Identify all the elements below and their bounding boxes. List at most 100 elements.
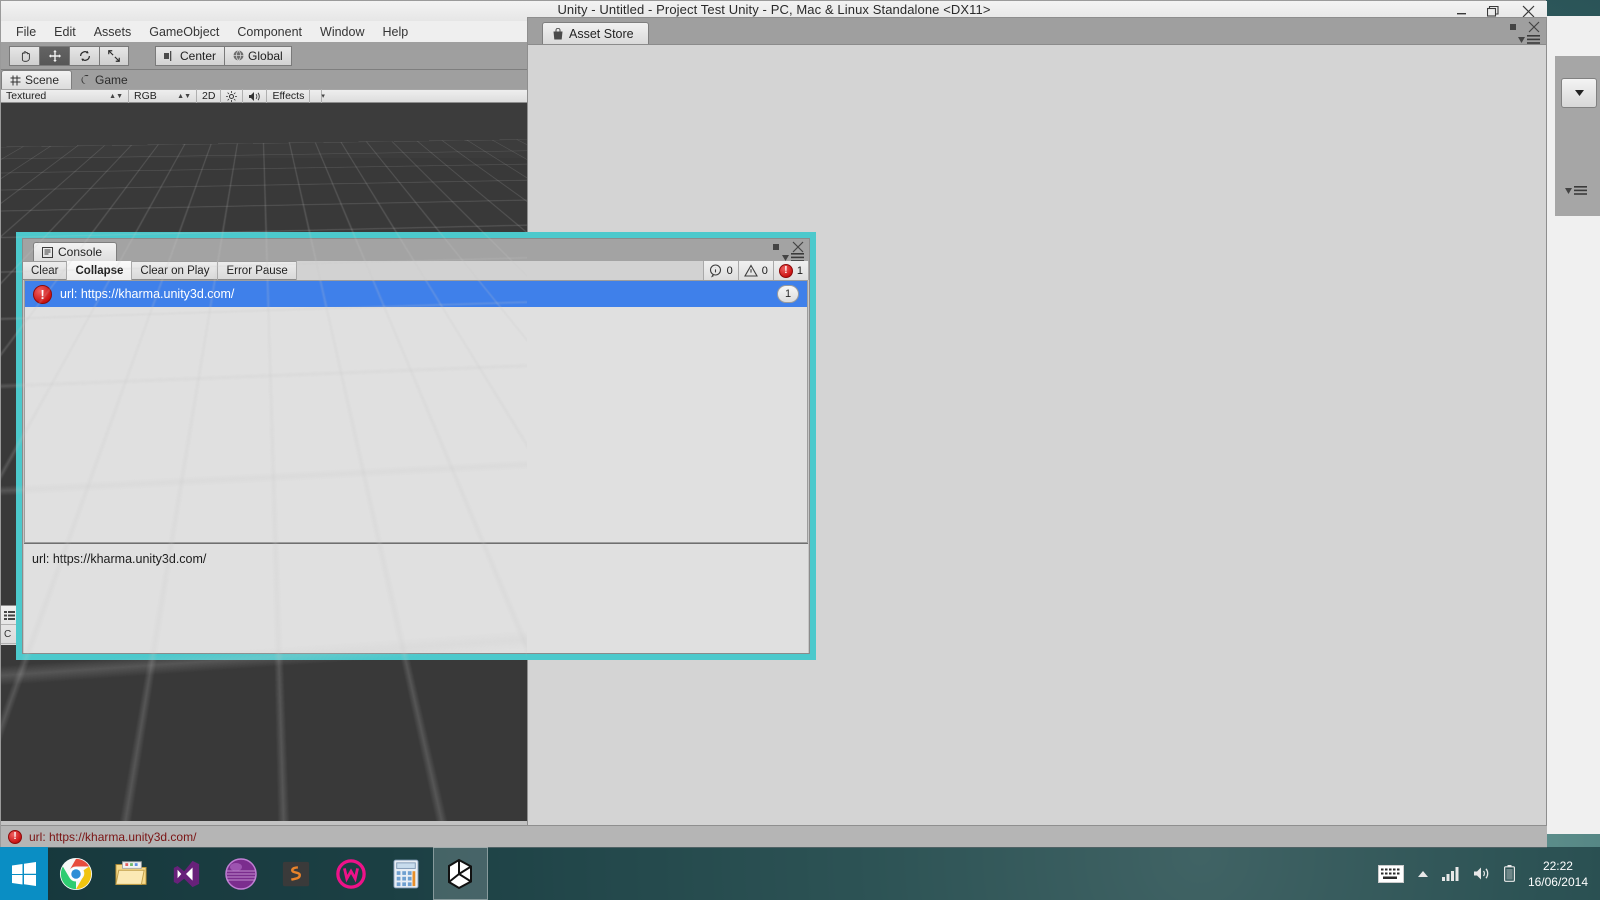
console-window: Console Clear Collapse Clear on Play Err…	[16, 232, 816, 660]
status-bar[interactable]: ! url: https://kharma.unity3d.com/	[1, 825, 1547, 848]
tray-keyboard[interactable]	[1377, 864, 1404, 883]
start-button[interactable]	[0, 847, 48, 900]
status-message: url: https://kharma.unity3d.com/	[29, 830, 197, 844]
visual-studio-icon	[173, 860, 199, 887]
color-mode-dropdown[interactable]: RGB ▲▼	[129, 89, 197, 103]
clear-on-play-button[interactable]: Clear on Play	[132, 261, 219, 280]
warning-icon	[743, 263, 758, 277]
effects-arrow-button[interactable]: ▾	[310, 89, 325, 103]
taskbar-clock[interactable]: 22:22 16/06/2014	[1528, 858, 1588, 890]
taskbar-unity[interactable]	[433, 847, 488, 900]
menu-help[interactable]: Help	[373, 23, 417, 41]
tab-game-label: Game	[95, 72, 128, 87]
tab-scene[interactable]: Scene	[1, 70, 73, 89]
tab-scene-label: Scene	[25, 73, 60, 87]
info-counter[interactable]: 0	[703, 261, 739, 280]
menu-edit[interactable]: Edit	[45, 23, 85, 41]
2d-toggle-button[interactable]: 2D	[197, 89, 222, 103]
menu-window[interactable]: Window	[311, 23, 373, 41]
grid-icon	[10, 75, 21, 85]
taskbar-purple-sphere-app[interactable]	[213, 847, 268, 900]
hamburger-icon	[1574, 186, 1587, 195]
menu-gameobject[interactable]: GameObject	[140, 23, 228, 41]
close-panel-icon[interactable]	[1528, 21, 1540, 33]
tab-asset-store[interactable]: Asset Store	[542, 22, 649, 44]
move-tool-button[interactable]	[39, 45, 69, 66]
menu-file[interactable]: File	[7, 23, 45, 41]
scene-game-tabbar: Scene Game	[1, 70, 527, 89]
maximize-icon	[1487, 5, 1499, 17]
taskbar-file-explorer[interactable]	[103, 847, 158, 900]
console-tabbar: Console	[23, 239, 809, 262]
scale-icon	[108, 49, 120, 62]
taskbar-wacom-app[interactable]	[323, 847, 378, 900]
console-icon	[42, 246, 53, 258]
chevron-down-small-icon	[1565, 187, 1572, 194]
panel-dropdown-button[interactable]	[1561, 78, 1597, 108]
hand-tool-button[interactable]	[9, 45, 39, 66]
taskbar-visual-studio[interactable]	[158, 847, 213, 900]
effects-dropdown[interactable]: Effects	[267, 89, 311, 103]
taskbar-sublime-text[interactable]	[268, 847, 323, 900]
draw-mode-dropdown[interactable]: Textured ▲▼	[1, 89, 129, 103]
tray-battery[interactable]	[1503, 865, 1515, 882]
gamepad-icon	[81, 74, 89, 84]
tab-game[interactable]: Game	[72, 70, 140, 89]
rotate-tool-button[interactable]	[69, 45, 99, 66]
tray-show-hidden[interactable]	[1417, 870, 1429, 878]
space-mode-button[interactable]: Global	[224, 45, 292, 66]
rotate-icon	[79, 50, 90, 61]
unity-logo-icon	[447, 858, 472, 889]
2d-label: 2D	[202, 90, 216, 102]
collapse-button[interactable]: Collapse	[67, 261, 133, 280]
taskbar-chrome[interactable]	[48, 847, 103, 900]
lighting-toggle-button[interactable]	[221, 89, 244, 103]
keyboard-icon	[1377, 864, 1404, 883]
warning-counter[interactable]: 0	[738, 261, 774, 280]
error-pause-button[interactable]: Error Pause	[218, 261, 297, 280]
clock-date: 16/06/2014	[1527, 874, 1588, 889]
menu-assets[interactable]: Assets	[85, 23, 141, 41]
close-panel-icon[interactable]	[792, 241, 804, 253]
hand-icon	[21, 50, 30, 62]
maximize-panel-icon[interactable]	[771, 242, 781, 252]
tray-network[interactable]	[1441, 866, 1460, 881]
tab-console[interactable]: Console	[33, 242, 118, 261]
menu-component[interactable]: Component	[228, 23, 311, 41]
clock-time: 22:22	[1542, 858, 1573, 873]
log-entry-collapse-badge: 1	[777, 285, 799, 303]
sun-icon	[226, 90, 238, 102]
console-log-list[interactable]: ! url: https://kharma.unity3d.com/ 1	[24, 280, 808, 543]
chrome-icon	[59, 857, 92, 890]
console-window-controls	[771, 241, 804, 253]
console-toolbar: Clear Collapse Clear on Play Error Pause…	[23, 261, 809, 280]
audio-toggle-button[interactable]	[243, 89, 268, 103]
tab-asset-store-label: Asset Store	[569, 26, 634, 41]
console-detail-pane[interactable]: url: https://kharma.unity3d.com/	[24, 543, 808, 653]
move-icon	[48, 49, 61, 62]
shopping-bag-icon	[553, 27, 563, 39]
console-window-inner: Console Clear Collapse Clear on Play Err…	[22, 238, 810, 654]
tray-volume[interactable]	[1473, 866, 1491, 881]
error-counter[interactable]: ! 1	[773, 261, 809, 280]
space-mode-label: Global	[248, 48, 283, 63]
panel-options-menu[interactable]	[1565, 186, 1587, 195]
log-entry-row[interactable]: ! url: https://kharma.unity3d.com/ 1	[25, 281, 807, 307]
info-icon	[709, 263, 721, 277]
dropdown-arrow-icon: ▲▼	[109, 92, 123, 100]
effects-label: Effects	[272, 90, 305, 102]
scale-tool-button[interactable]	[99, 45, 129, 66]
log-entry-error-icon: !	[33, 284, 52, 304]
pivot-mode-button[interactable]: Center	[155, 45, 225, 66]
asset-panel-options-menu[interactable]	[1518, 35, 1540, 44]
taskbar-calculator[interactable]	[378, 847, 433, 900]
windows-logo-icon	[12, 861, 36, 886]
clear-button[interactable]: Clear	[23, 261, 68, 280]
purple-sphere-icon	[224, 857, 257, 890]
globe-icon	[233, 50, 244, 61]
close-icon	[1522, 5, 1534, 17]
tab-console-label: Console	[58, 245, 103, 259]
info-count: 0	[726, 264, 733, 277]
system-tray: 22:22 16/06/2014	[1377, 847, 1600, 900]
maximize-panel-icon[interactable]	[1508, 22, 1518, 32]
